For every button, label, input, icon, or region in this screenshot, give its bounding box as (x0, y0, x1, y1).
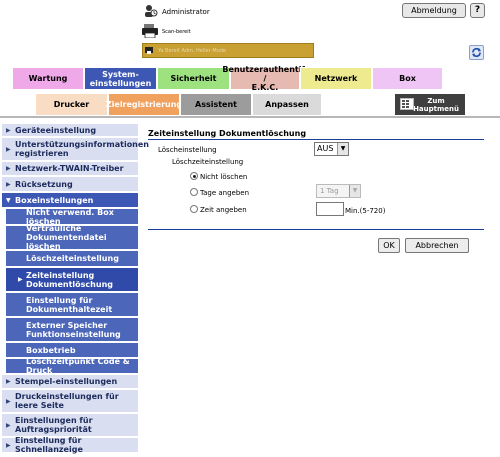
device-status: Scan-bereit (162, 29, 191, 35)
tab-benutzerauthentifizierung[interactable]: Benutzerauthentif. / E.K.C. (222, 65, 307, 92)
administrator-icon (144, 4, 158, 18)
sidebar-subitem-label: Externer Speicher Funktionseinstellung (26, 320, 121, 339)
triangle-right-icon: ▶ (6, 145, 11, 153)
logout-button[interactable]: Abmeldung (402, 3, 466, 18)
loescheinstellung-label: Löscheinstellung (158, 146, 217, 154)
sidebar: ▶ Geräteeinstellung ▶ Unterstützungsinform… (0, 121, 149, 457)
sidebar-item-geraeteeinstellung[interactable]: ▶ Geräteeinstellung (2, 124, 138, 138)
minutes-range-label: Min.(5-720) (345, 207, 386, 215)
radio-nicht-loeschen-label: Nicht löschen (200, 173, 248, 181)
ok-button[interactable]: OK (378, 238, 400, 253)
sidebar-item-label: Einstellungen für Auftragspriorität (15, 416, 93, 434)
tab-anpassen[interactable]: Anpassen (252, 93, 322, 116)
sidebar-item-schnellanzeige[interactable]: ▶ Einstellung für Schnellanzeige (2, 436, 138, 454)
chevron-down-icon: ▼ (337, 143, 348, 155)
triangle-down-icon: ▼ (6, 196, 11, 204)
triangle-right-icon: ▶ (18, 276, 23, 283)
tab-wartung[interactable]: Wartung (12, 67, 84, 90)
tab-netzwerk[interactable]: Netzwerk (300, 67, 372, 90)
printer-icon (142, 24, 158, 39)
sidebar-item-ruecksetzung[interactable]: ▶ Rücksetzung (2, 177, 138, 193)
marquee-text: Ya Bereit Adm. Heller Mode (158, 48, 227, 54)
sidebar-subitem-loeschzeitpunkt-code[interactable]: Löschzeitpunkt Code & Druck (6, 357, 138, 375)
sidebar-item-label: Unterstützungsinformationen registrieren (15, 140, 149, 158)
sidebar-item-netzwerk-twain[interactable]: ▶ Netzwerk-TWAIN-Treiber (2, 162, 138, 177)
triangle-right-icon: ▶ (6, 397, 11, 405)
triangle-right-icon: ▶ (6, 441, 11, 449)
triangle-right-icon: ▶ (6, 378, 11, 385)
sidebar-subitem-vertrauliche-datei[interactable]: Vertrauliche Dokumentendatei löschen (6, 224, 138, 251)
radio-nicht-loeschen[interactable] (190, 172, 198, 180)
tab-zielregistrierung[interactable]: Zielregistrierung (106, 93, 182, 116)
triangle-right-icon: ▶ (6, 126, 11, 134)
refresh-button[interactable] (469, 45, 484, 60)
cancel-button[interactable]: Abbrechen (405, 238, 469, 253)
tab-assistent[interactable]: Assistent (180, 93, 252, 116)
loescheinstellung-select[interactable]: AUS ▼ (314, 142, 349, 156)
sidebar-subitem-label: Boxbetrieb (26, 345, 76, 355)
minutes-input[interactable] (316, 202, 344, 216)
tab-systemeinstellungen[interactable]: System- einstellungen (84, 67, 157, 90)
sidebar-item-leere-seite[interactable]: ▶ Druckeinstellungen für leere Seite (2, 390, 138, 414)
menu-grid-icon (400, 98, 414, 110)
chevron-down-icon: ▼ (349, 185, 360, 197)
triangle-right-icon: ▶ (6, 165, 11, 172)
sidebar-item-label: Netzwerk-TWAIN-Treiber (15, 164, 124, 173)
tab-benutzerauthentifizierung-label: Benutzerauthentif. / E.K.C. (222, 65, 308, 92)
loescheinstellung-value: AUS (317, 144, 334, 153)
radio-tage-angeben-label: Tage angeben (200, 189, 250, 197)
page-title: Zeiteinstellung Dokumentlöschung (148, 129, 307, 138)
sidebar-subitem-label: Zeiteinstellung Dokumentlöschung (26, 270, 113, 289)
sidebar-item-label: Rücksetzung (15, 179, 73, 189)
sidebar-subitem-zeiteinstellung-dokumentloeschung[interactable]: ▶ Zeiteinstellung Dokumentlöschung (6, 268, 138, 293)
sidebar-item-auftragsprioritaet[interactable]: ▶ Einstellungen für Auftragspriorität (2, 414, 138, 438)
sidebar-item-stempel[interactable]: ▶ Stempel-einstellungen (2, 375, 138, 390)
sidebar-item-label: Boxeinstellungen (15, 195, 94, 205)
form-divider (148, 229, 484, 230)
tab-drucker[interactable]: Drucker (35, 93, 108, 116)
tab-sicherheit[interactable]: Sicherheit (157, 67, 230, 90)
radio-zeit-angeben-label: Zeit angeben (200, 206, 247, 214)
title-divider (148, 139, 484, 140)
sidebar-subitem-label: Löschzeitpunkt Code & Druck (26, 357, 130, 375)
sidebar-subitem-dokumenthaltezeit[interactable]: Einstellung für Dokumenthaltezeit (6, 293, 138, 318)
sidebar-subitem-loeschzeiteinstellung[interactable]: Löschzeiteinstellung (6, 251, 138, 268)
sidebar-item-label: Druckeinstellungen für leere Seite (15, 392, 119, 410)
main-menu-label: Zum Hauptmenü (413, 96, 459, 113)
tab-box[interactable]: Box (372, 67, 443, 90)
sidebar-item-unterstuetzung[interactable]: ▶ Unterstützungsinformationen registriere… (2, 138, 149, 162)
sidebar-subitem-externer-speicher[interactable]: Externer Speicher Funktionseinstellung (6, 318, 138, 343)
help-button[interactable]: ? (470, 3, 485, 18)
sidebar-item-label: Einstellung für Schnellanzeige (15, 436, 83, 454)
printer-small-icon (144, 45, 154, 55)
triangle-right-icon: ▶ (6, 180, 11, 188)
triangle-right-icon: ▶ (6, 421, 11, 429)
tab-divider (0, 116, 500, 118)
radio-tage-angeben[interactable] (190, 188, 198, 196)
sidebar-item-label: Stempel-einstellungen (15, 377, 118, 386)
sidebar-subitem-label: Löschzeiteinstellung (26, 254, 119, 263)
sidebar-item-label: Geräteeinstellung (15, 125, 97, 135)
tage-select[interactable]: 1 Tag ▼ (316, 184, 361, 198)
loeschzeiteinstellung-label: Löschzeiteinstellung (172, 158, 244, 166)
sidebar-subitem-label: Vertrauliche Dokumentendatei löschen (26, 224, 107, 251)
user-name: Administrator (162, 8, 210, 16)
sidebar-subitem-label: Nicht verwend. Box löschen (26, 207, 114, 226)
refresh-icon (472, 48, 481, 57)
tage-value: 1 Tag (320, 187, 339, 195)
tab-systemeinstellungen-label: System- einstellungen (89, 69, 152, 88)
radio-zeit-angeben[interactable] (190, 205, 198, 213)
sidebar-subitem-label: Einstellung für Dokumenthaltezeit (26, 295, 113, 314)
